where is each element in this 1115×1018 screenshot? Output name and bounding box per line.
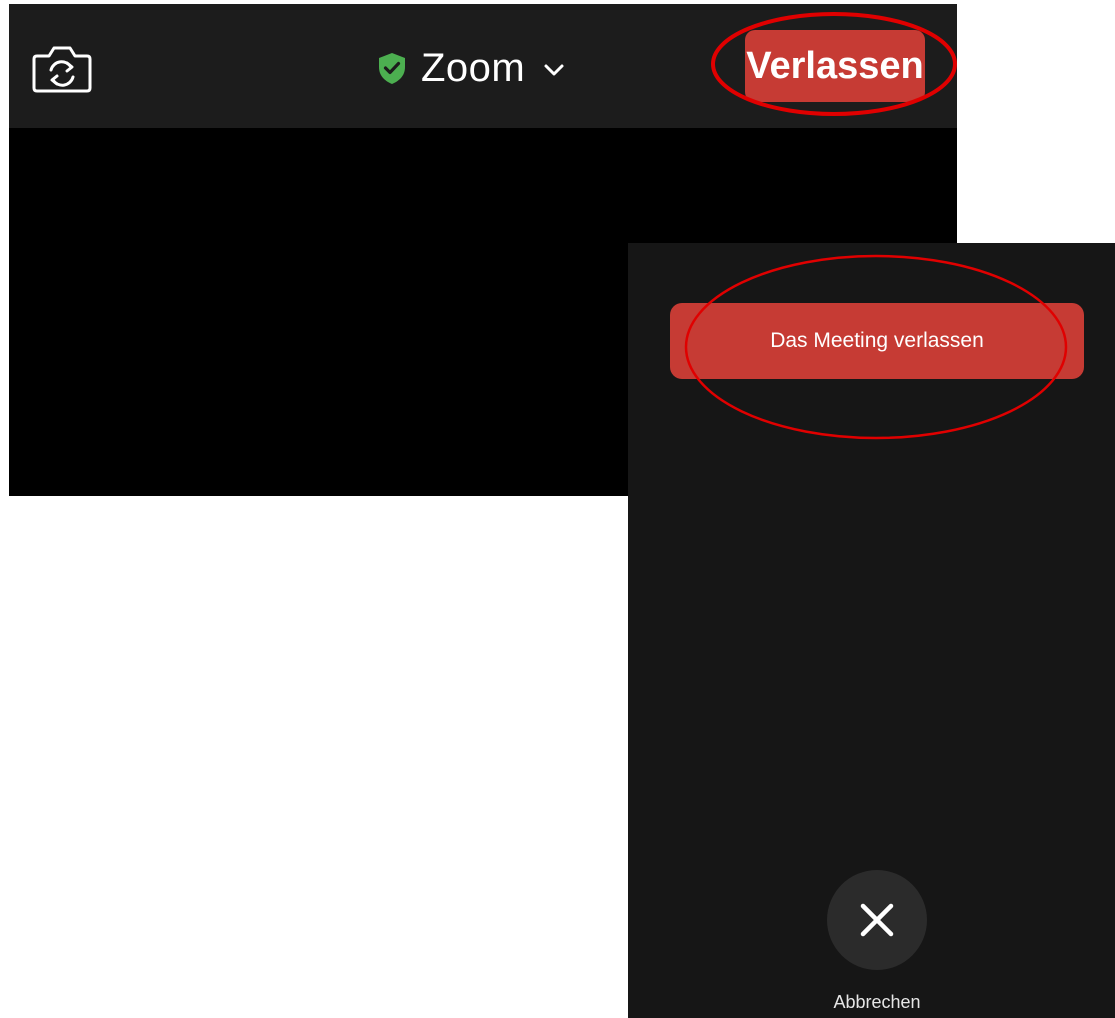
meeting-top-bar: Zoom Verlassen [9,4,957,128]
chevron-down-icon [543,63,565,77]
leave-meeting-button[interactable]: Das Meeting verlassen [670,303,1084,379]
close-icon [860,903,894,937]
cancel-label: Abbrechen [833,992,921,1012]
shield-check-icon [377,51,407,85]
composite-screenshot: Zoom Verlassen Das Meeting verlassen Abb… [0,0,1115,1018]
meeting-title: Zoom [421,46,526,90]
leave-button[interactable]: Verlassen [745,30,925,102]
leave-dialog: Das Meeting verlassen Abbrechen [628,243,1115,1018]
cancel-button[interactable] [827,870,927,970]
meeting-title-dropdown[interactable]: Zoom [377,42,565,94]
camera-switch-icon[interactable] [31,42,93,94]
